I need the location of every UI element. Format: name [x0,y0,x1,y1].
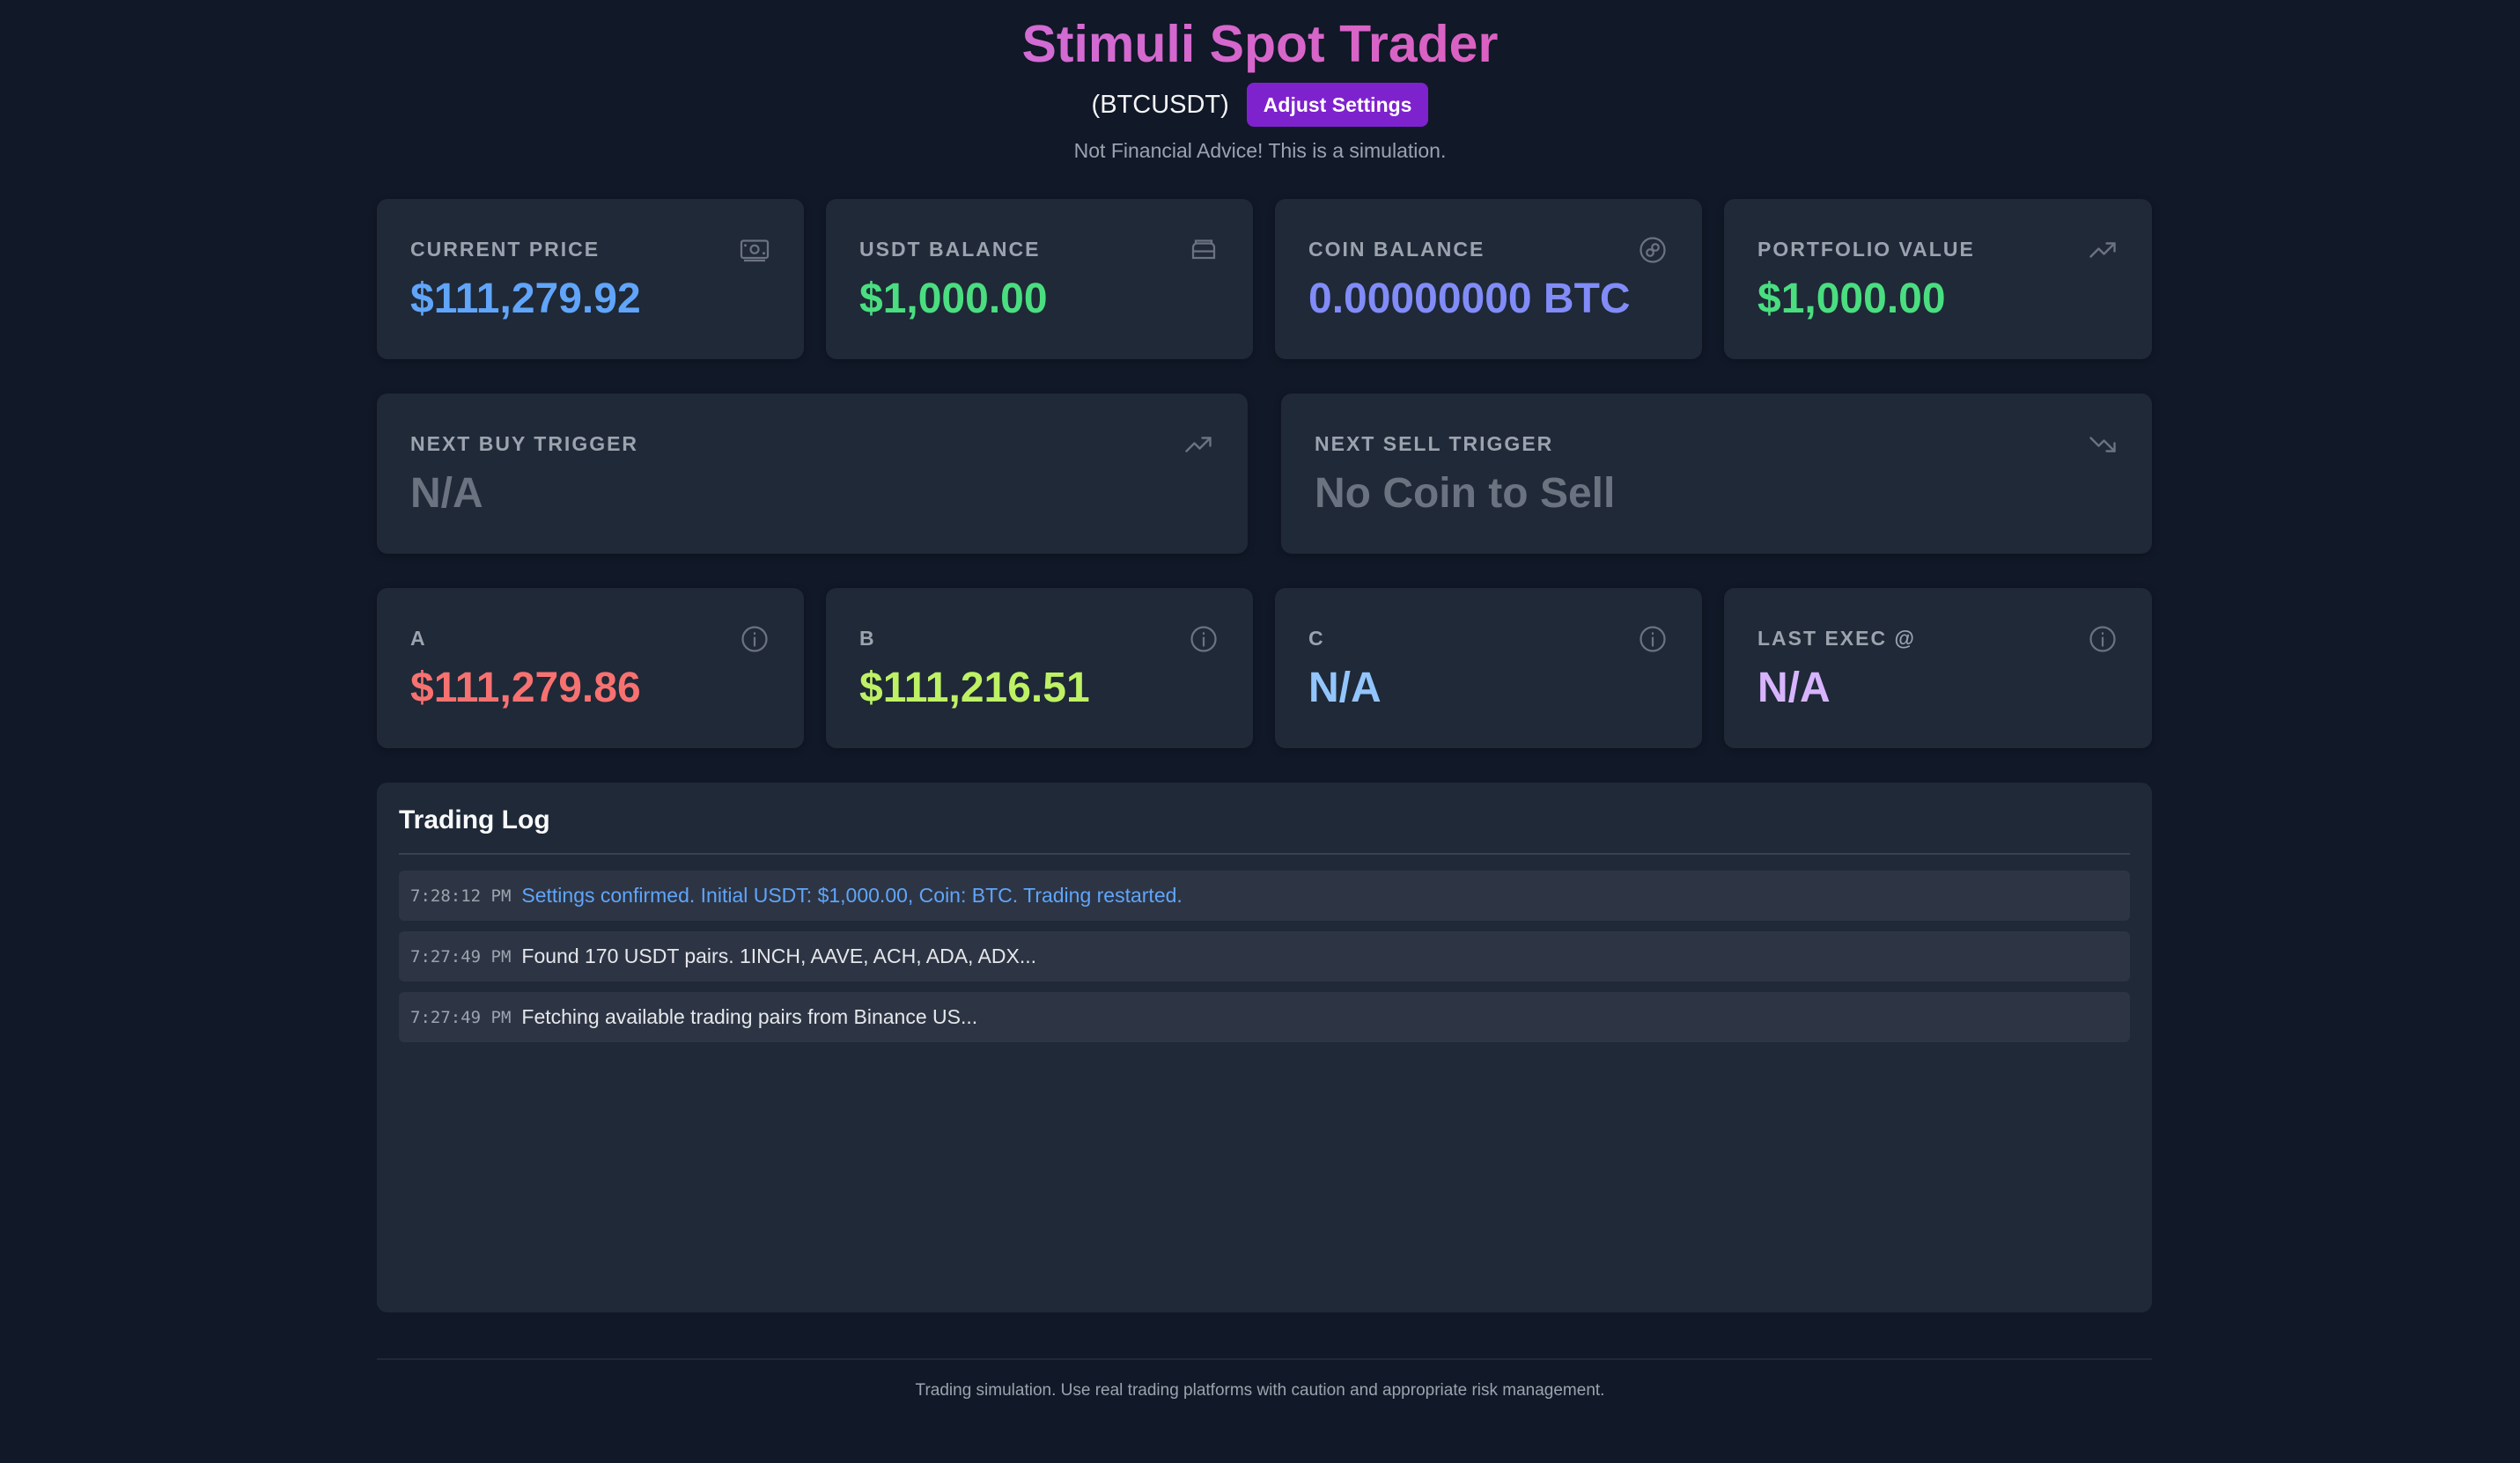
current-price-value: $111,279.92 [410,276,641,322]
info-icon[interactable] [1637,623,1669,655]
trading-log-panel[interactable]: Trading Log 7:28:12 PM Settings confirme… [377,783,2152,1312]
money-icon [739,234,770,266]
card-label: Current Price [410,238,601,261]
trading-log-title: Trading Log [399,805,550,834]
subheader-row: (BTCUSDT) Adjust Settings [0,83,2520,127]
level-b-value: $111,216.51 [859,665,1090,711]
last-exec-card: Last Exec @ N/A [1724,588,2152,748]
level-a-card: A $111,279.86 [377,588,804,748]
current-price-card: Current Price $111,279.92 [377,199,804,359]
next-sell-trigger-value: No Coin to Sell [1315,470,1616,517]
card-label: USDT Balance [859,238,1041,261]
coin-icon [1637,234,1669,266]
next-buy-trigger-value: N/A [410,470,483,517]
footer-divider [377,1358,2152,1360]
coin-balance-value: 0.00000000 BTC [1308,276,1631,322]
card-label: Next Sell Trigger [1315,432,1554,455]
next-sell-trigger-card: Next Sell Trigger No Coin to Sell [1281,393,2152,554]
info-icon[interactable] [739,623,770,655]
card-label: C [1308,627,1325,650]
log-timestamp: 7:27:49 PM [410,1007,512,1027]
coin-balance-card: Coin Balance 0.00000000 BTC [1275,199,1702,359]
card-label: A [410,627,427,650]
trending-up-icon [1183,429,1214,460]
log-entries: 7:28:12 PM Settings confirmed. Initial U… [399,871,2130,1053]
log-timestamp: 7:28:12 PM [410,886,512,906]
trading-pair-label: (BTCUSDT) [1091,90,1229,119]
card-label: Last Exec @ [1757,627,1916,650]
portfolio-value-value: $1,000.00 [1757,276,1946,322]
level-a-value: $111,279.86 [410,665,641,711]
portfolio-value-card: Portfolio Value $1,000.00 [1724,199,2152,359]
trending-up-icon [2087,234,2118,266]
last-exec-value: N/A [1757,665,1831,711]
trending-down-icon [2087,429,2118,460]
card-label: B [859,627,876,650]
log-entry: 7:27:49 PM Fetching available trading pa… [399,992,2130,1042]
adjust-settings-button[interactable]: Adjust Settings [1246,83,1429,127]
level-b-card: B $111,216.51 [826,588,1253,748]
level-c-value: N/A [1308,665,1382,711]
log-entry: 7:27:49 PM Found 170 USDT pairs. 1INCH, … [399,931,2130,981]
card-label: Coin Balance [1308,238,1485,261]
log-message: Settings confirmed. Initial USDT: $1,000… [521,884,1183,907]
log-message: Found 170 USDT pairs. 1INCH, AAVE, ACH, … [521,945,1037,967]
card-label: Next Buy Trigger [410,432,639,455]
disclaimer-text: Not Financial Advice! This is a simulati… [1073,139,1447,162]
info-icon[interactable] [2087,623,2118,655]
app-page: Stimuli Spot Trader (BTCUSDT) Adjust Set… [0,0,2520,1463]
footer-text: Trading simulation. Use real trading pla… [915,1381,1605,1400]
log-message: Fetching available trading pairs from Bi… [521,1005,978,1028]
usdt-balance-value: $1,000.00 [859,276,1048,322]
card-label: Portfolio Value [1757,238,1975,261]
log-entry: 7:28:12 PM Settings confirmed. Initial U… [399,871,2130,921]
app-title: Stimuli Spot Trader [0,11,2520,77]
usdt-balance-card: USDT Balance $1,000.00 [826,199,1253,359]
divider [399,853,2130,855]
log-timestamp: 7:27:49 PM [410,946,512,967]
level-c-card: C N/A [1275,588,1702,748]
wallet-icon [1188,234,1219,266]
info-icon[interactable] [1188,623,1219,655]
next-buy-trigger-card: Next Buy Trigger N/A [377,393,1248,554]
